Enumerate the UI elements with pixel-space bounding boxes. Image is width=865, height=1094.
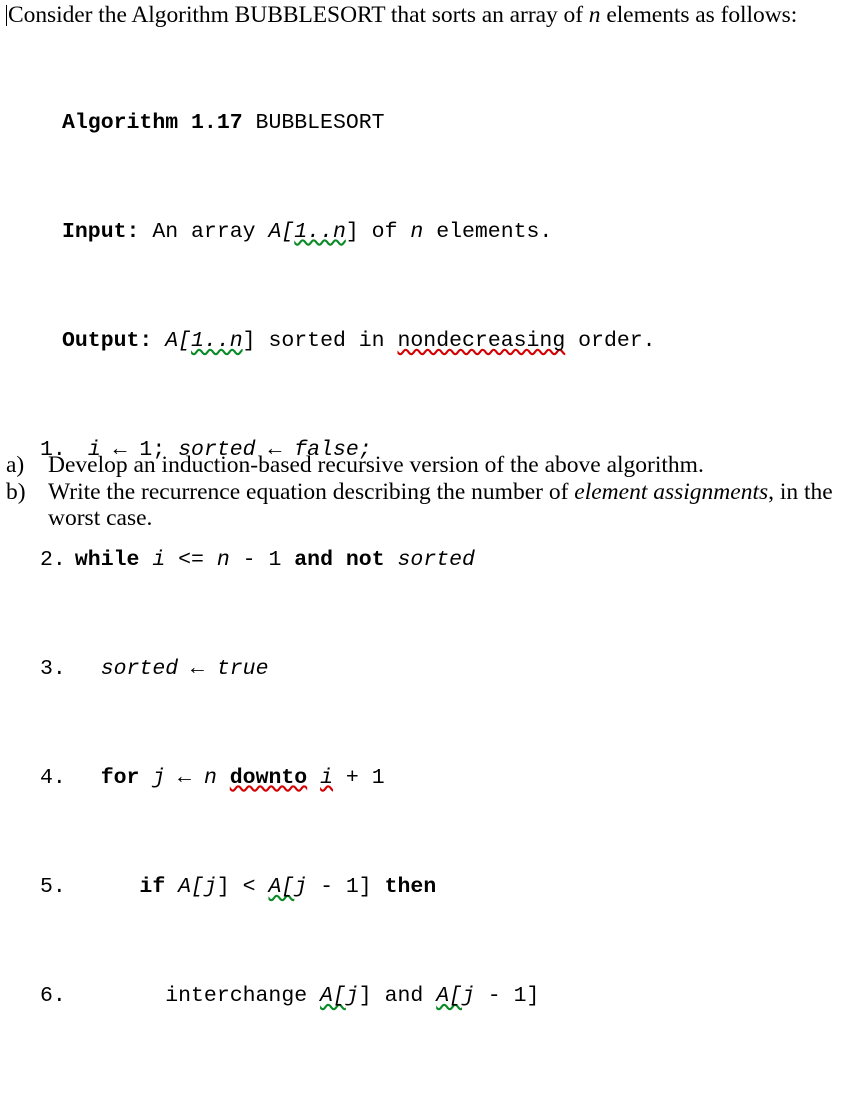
intro-text-before-n: Consider the Algorithm BUBBLESORT that s… (8, 2, 589, 28)
line-4-arrow-icon: ← (178, 766, 191, 790)
input-text-b: of (359, 220, 411, 244)
output-label: Output: (62, 329, 152, 353)
code-line-7: 7. sorted ← false (0, 1093, 656, 1094)
output-word-nondecreasing: nondecreasing (398, 329, 566, 353)
question-b-emphasis: element assignments (574, 479, 768, 505)
line-4-var-j: j (152, 766, 165, 790)
line-6-array-open-2: A[ (436, 984, 462, 1008)
line-6-index-j-2: j (462, 984, 475, 1008)
algorithm-output-row: Output: A[1..n] sorted in nondecreasing … (0, 328, 656, 355)
input-array-open: A[ (268, 220, 294, 244)
code-line-3: 3. sorted ← true (0, 656, 656, 683)
algorithm-input-row: Input: An array A[1..n] of n elements. (0, 219, 656, 246)
text-cursor (6, 5, 7, 26)
line-4-keyword-for: for (101, 766, 140, 790)
algorithm-code-block: Algorithm 1.17 BUBBLESORT Input: An arra… (0, 28, 656, 1094)
line-4-var-n: n (204, 766, 217, 790)
input-text-c: elements. (423, 220, 552, 244)
line-number-7: 7. (0, 1093, 62, 1094)
intro-paragraph: Consider the Algorithm BUBBLESORT that s… (6, 2, 797, 28)
line-number-2: 2. (0, 547, 62, 574)
line-3-arrow-icon: ← (191, 657, 204, 681)
line-5-index-j-1: j (204, 875, 217, 899)
line-2-keyword-and: and (294, 548, 333, 572)
line-5-keyword-if: if (139, 875, 165, 899)
line-5-close-1: ] < (217, 875, 269, 899)
line-5-keyword-then: then (385, 875, 437, 899)
line-6-array-open-1: A[ (320, 984, 346, 1008)
output-array-open: A[ (152, 329, 191, 353)
line-2-keyword-not: not (346, 548, 385, 572)
line-number-3: 3. (0, 656, 62, 683)
line-4-indent (62, 766, 101, 790)
line-5-array-open-1: A[ (178, 875, 204, 899)
line-number-4: 4. (0, 765, 62, 792)
question-item-b: b) Write the recurrence equation describ… (6, 479, 865, 532)
algorithm-heading-label: Algorithm 1.17 (62, 111, 243, 135)
line-2-keyword-while: while (75, 548, 140, 572)
line-2-indent (62, 548, 75, 572)
intro-text-after-n: elements as follows: (601, 2, 798, 28)
line-2-minus-one: - 1 (230, 548, 295, 572)
input-array-close: ] (346, 220, 359, 244)
code-line-2: 2. while i <= n - 1 and not sorted (0, 547, 656, 574)
line-2-var-sorted: sorted (398, 548, 475, 572)
code-line-4: 4. for j ← n downto i + 1 (0, 765, 656, 792)
output-tail: order. (565, 329, 655, 353)
intro-variable-n: n (589, 2, 601, 28)
line-3-value-true: true (217, 657, 269, 681)
document-page: Consider the Algorithm BUBBLESORT that s… (0, 0, 865, 547)
question-a-text: Develop an induction-based recursive ver… (48, 452, 865, 479)
line-4-keyword-downto: downto (230, 766, 307, 790)
input-text-a: An array (139, 220, 268, 244)
line-2-operator: <= (165, 548, 217, 572)
algorithm-heading-name: BUBBLESORT (256, 111, 385, 135)
line-number-5: 5. (0, 874, 62, 901)
line-5-index-j-2: j (294, 875, 307, 899)
output-array-range: 1..n (191, 329, 243, 353)
output-array-close: ] (243, 329, 256, 353)
line-6-index-j-1: j (346, 984, 359, 1008)
line-4-plus-one: + 1 (333, 766, 385, 790)
question-b-text-before: Write the recurrence equation describing… (48, 479, 574, 505)
line-5-indent (62, 875, 139, 899)
question-b-text: Write the recurrence equation describing… (48, 479, 865, 532)
question-b-marker: b) (6, 479, 48, 506)
line-6-mid: ] and (359, 984, 436, 1008)
input-variable-n: n (410, 220, 423, 244)
line-5-array-open-2: A[ (268, 875, 294, 899)
input-array-range: 1..n (294, 220, 346, 244)
input-label: Input: (62, 220, 139, 244)
line-2-var-i: i (152, 548, 165, 572)
output-text: sorted in (256, 329, 398, 353)
line-6-word-interchange: interchange (165, 984, 320, 1008)
line-3-var-sorted: sorted (101, 657, 178, 681)
code-line-5: 5. if A[j] < A[j - 1] then (0, 874, 656, 901)
question-a-marker: a) (6, 452, 48, 479)
line-6-indent (62, 984, 165, 1008)
line-4-var-i: i (320, 766, 333, 790)
code-line-6: 6. interchange A[j] and A[j - 1] (0, 983, 656, 1010)
question-item-a: a) Develop an induction-based recursive … (6, 452, 865, 479)
line-number-6: 6. (0, 983, 62, 1010)
line-3-indent (62, 657, 101, 681)
questions-list: a) Develop an induction-based recursive … (6, 452, 865, 532)
algorithm-heading-row: Algorithm 1.17 BUBBLESORT (0, 110, 656, 137)
line-5-rest: - 1] (307, 875, 384, 899)
line-6-rest: - 1] (475, 984, 540, 1008)
line-2-var-n: n (217, 548, 230, 572)
